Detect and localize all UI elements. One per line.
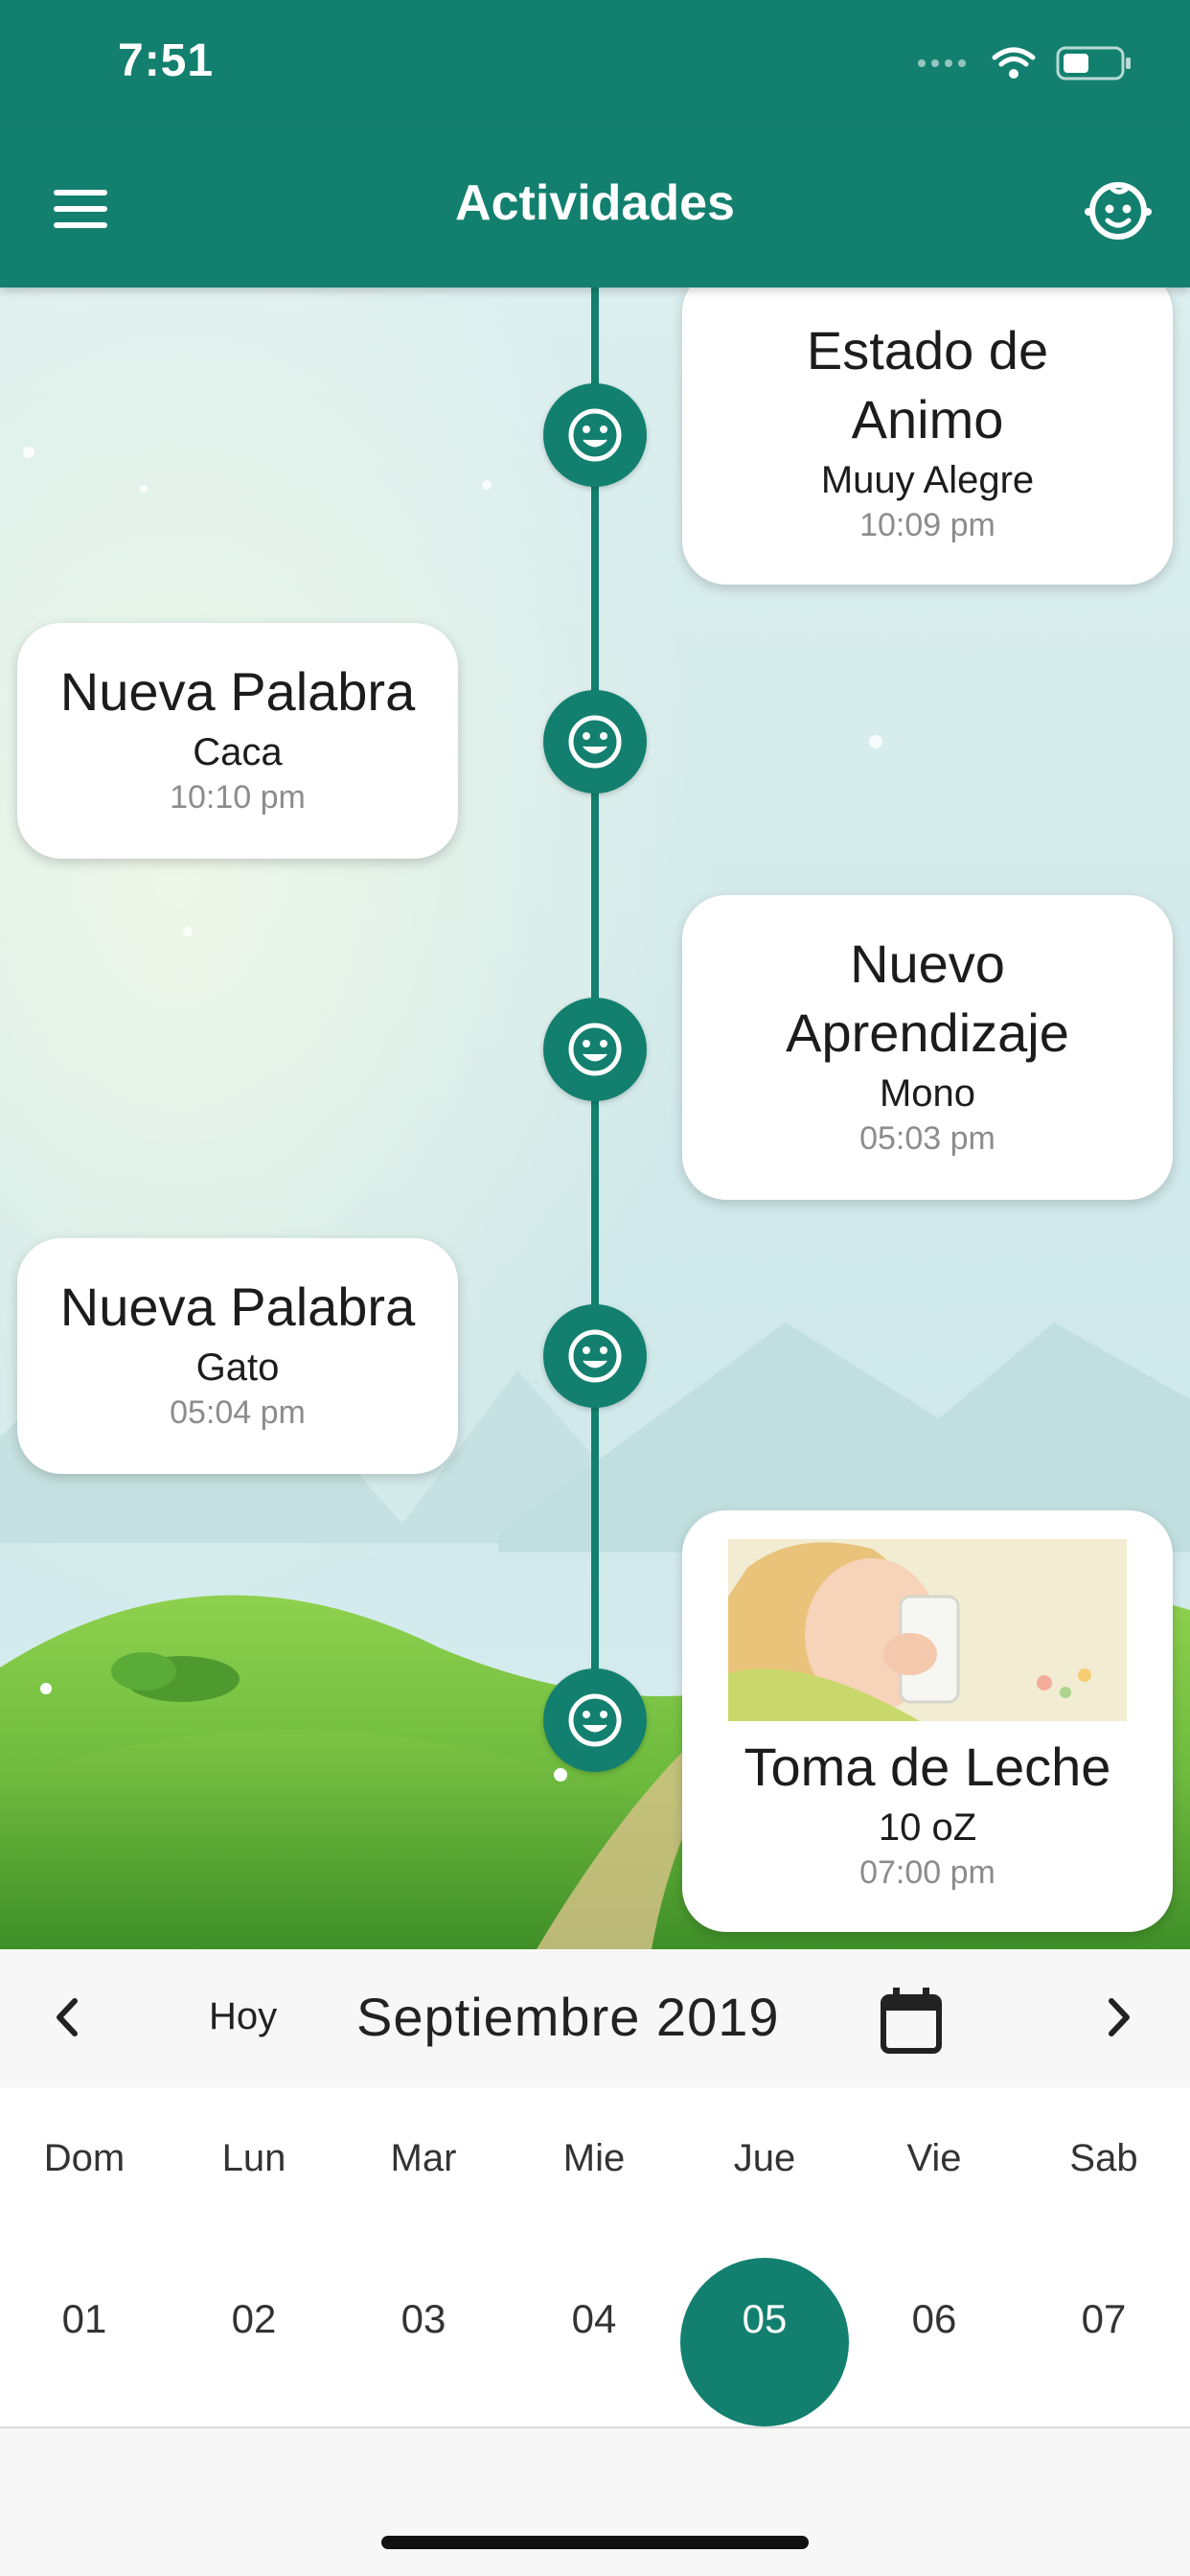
- status-time: 7:51: [118, 35, 215, 86]
- activity-detail: Mono: [879, 1072, 976, 1115]
- smiley-icon: [568, 1023, 622, 1076]
- chevron-left-icon[interactable]: [50, 1993, 88, 2041]
- activity-time: 10:10 pm: [170, 779, 306, 816]
- timeline-node[interactable]: [543, 383, 647, 487]
- activity-detail: Caca: [193, 731, 283, 773]
- month-label: Septiembre 2019: [356, 1987, 780, 2047]
- smiley-icon: [568, 715, 622, 769]
- activity-detail: 10 oZ: [878, 1806, 977, 1849]
- smiley-icon: [568, 1693, 622, 1747]
- timeline-node[interactable]: [543, 690, 647, 794]
- activity-title: Nueva Palabra: [59, 1276, 416, 1337]
- activity-title: Nuevo Aprendizaje: [786, 933, 1069, 1063]
- weekday-label: Sab: [1069, 2137, 1138, 2179]
- day-button[interactable]: 01: [0, 2296, 169, 2342]
- activity-time: 05:03 pm: [859, 1120, 995, 1157]
- day-button[interactable]: 03: [339, 2296, 508, 2342]
- weekday-label: Jue: [733, 2137, 796, 2179]
- day-button-selected[interactable]: 05: [680, 2296, 849, 2342]
- activity-title: Nueva Palabra: [59, 661, 416, 722]
- weekday-label: Vie: [906, 2137, 962, 2179]
- activity-time: 10:09 pm: [859, 507, 995, 543]
- smiley-icon: [568, 408, 622, 462]
- page-title: Actividades: [455, 175, 735, 231]
- activity-detail: Gato: [195, 1346, 280, 1389]
- activity-detail: Muuy Alegre: [820, 459, 1035, 501]
- activity-time: 07:00 pm: [859, 1854, 995, 1891]
- week-calendar: Dom Lun Mar Mie Jue Vie Sab 01 02 03 04 …: [0, 2087, 1190, 2428]
- baby-face-icon: [1085, 181, 1152, 241]
- activity-card[interactable]: Nueva Palabra Caca 10:10 pm: [17, 623, 458, 859]
- calendar-header: Hoy Septiembre 2019: [0, 1949, 1190, 2087]
- wifi-icon: [992, 47, 1036, 79]
- activity-title: Toma de Leche: [744, 1736, 1111, 1797]
- timeline-node[interactable]: [543, 1304, 647, 1408]
- activity-card[interactable]: Toma de Leche 10 oZ 07:00 pm: [682, 1510, 1173, 1932]
- activity-time: 05:04 pm: [170, 1394, 306, 1431]
- timeline-node[interactable]: [543, 1668, 647, 1772]
- activity-card[interactable]: Estado de Animo Muuy Alegre 10:09 pm: [682, 288, 1173, 585]
- activity-card[interactable]: Nuevo Aprendizaje Mono 05:03 pm: [682, 895, 1173, 1200]
- day-button[interactable]: 04: [510, 2296, 678, 2342]
- day-button[interactable]: 07: [1019, 2296, 1188, 2342]
- day-button[interactable]: 06: [850, 2296, 1018, 2342]
- day-button[interactable]: 02: [170, 2296, 338, 2342]
- profile-button[interactable]: [1085, 180, 1152, 242]
- weekday-label: Dom: [43, 2137, 126, 2179]
- home-indicator[interactable]: [381, 2536, 809, 2549]
- battery-icon: [1056, 46, 1131, 80]
- chevron-right-icon[interactable]: [1098, 1993, 1136, 2041]
- activity-title: Estado de Animo: [806, 320, 1049, 449]
- weekday-label: Lun: [221, 2137, 286, 2179]
- smiley-icon: [568, 1329, 622, 1383]
- activity-timeline[interactable]: Estado de Animo Muuy Alegre 10:09 pm Nue…: [0, 288, 1190, 1949]
- weekday-label: Mar: [390, 2137, 457, 2179]
- nav-bar: Actividades: [0, 126, 1190, 288]
- status-bar: 7:51: [0, 0, 1190, 126]
- calendar-icon[interactable]: [880, 1988, 943, 2055]
- weekday-label: Mie: [562, 2137, 626, 2179]
- timeline-node[interactable]: [543, 998, 647, 1101]
- activity-card[interactable]: Nueva Palabra Gato 05:04 pm: [17, 1238, 458, 1474]
- status-icons: [918, 44, 1133, 82]
- activity-photo: [728, 1539, 1127, 1721]
- today-button[interactable]: Hoy: [209, 1995, 277, 2038]
- signal-icon: [918, 59, 966, 67]
- timeline-line: [591, 288, 599, 1687]
- selected-day-indicator: [680, 2258, 849, 2426]
